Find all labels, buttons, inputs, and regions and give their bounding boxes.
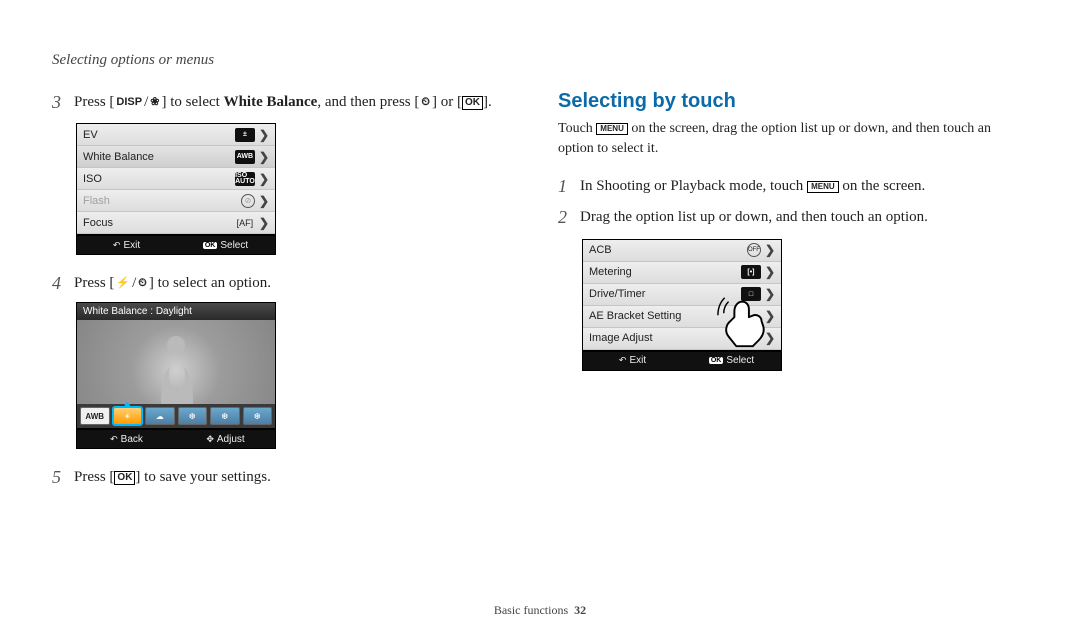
menu-row-flash: Flash ⊘ ❯ bbox=[77, 190, 275, 212]
ok-tag-icon: OK bbox=[709, 357, 724, 364]
awb-icon: AWB bbox=[235, 150, 255, 164]
wb-title: White Balance : Daylight bbox=[77, 303, 275, 320]
chevron-right-icon: ❯ bbox=[765, 265, 775, 279]
menu-row-metering: Metering [•] ❯ bbox=[583, 262, 781, 284]
step-3: 3 Press [DISP/❀] to select White Balance… bbox=[52, 90, 522, 115]
wb-footer: ↶Back ✥Adjust bbox=[77, 428, 275, 448]
menu-row-ae-bracket: AE Bracket Setting ❯ bbox=[583, 306, 781, 328]
page-footer: Basic functions 32 bbox=[0, 603, 1080, 618]
focus-icon: [AF] bbox=[235, 216, 255, 230]
chevron-right-icon: ❯ bbox=[259, 150, 269, 164]
chevron-right-icon: ❯ bbox=[765, 309, 775, 323]
ok-tag-icon: OK bbox=[203, 242, 218, 249]
chevron-right-icon: ❯ bbox=[259, 172, 269, 186]
chevron-right-icon: ❯ bbox=[259, 216, 269, 230]
left-column: 3 Press [DISP/❀] to select White Balance… bbox=[52, 40, 522, 497]
ae-bracket-icon bbox=[741, 309, 761, 323]
touch-menu-screenshot: ACB OFF ❯ Metering [•] ❯ Drive/Timer □ ❯… bbox=[582, 239, 782, 371]
menu-row-acb: ACB OFF ❯ bbox=[583, 240, 781, 262]
menu-row-image-adjust: Image Adjust ❯ bbox=[583, 328, 781, 350]
step-3-text: Press [DISP/❀] to select White Balance, … bbox=[74, 90, 492, 115]
step-num-2: 2 bbox=[558, 205, 572, 230]
right-column: Selecting by touch Touch MENU on the scr… bbox=[558, 40, 1028, 497]
step-num-5: 5 bbox=[52, 465, 66, 490]
adjust-icon: ✥ bbox=[206, 434, 214, 445]
menu-row-white-balance: White Balance AWB ❯ bbox=[77, 146, 275, 168]
step-5: 5 Press [OK] to save your settings. bbox=[52, 465, 522, 490]
step-2: 2 Drag the option list up or down, and t… bbox=[558, 205, 1028, 230]
menu-row-drive-timer: Drive/Timer □ ❯ bbox=[583, 284, 781, 306]
wb-sample-image bbox=[77, 320, 275, 404]
chevron-right-icon: ❯ bbox=[765, 331, 775, 345]
wb-chip-strip: AWB ☀ ☁ ❆ ❆ ❆ bbox=[77, 404, 275, 428]
menu-footer: ↶Exit OKSelect bbox=[583, 350, 781, 370]
image-adjust-icon bbox=[741, 331, 761, 345]
person-silhouette-icon bbox=[146, 330, 206, 404]
menu-row-iso: ISO ISO AUTO ❯ bbox=[77, 168, 275, 190]
wb-chip: ❆ bbox=[210, 407, 240, 425]
drive-icon: □ bbox=[741, 287, 761, 301]
macro-flower-icon: ❀ bbox=[148, 96, 161, 109]
menu-button-icon: MENU bbox=[807, 181, 839, 193]
menu-footer: ↶Exit OKSelect bbox=[77, 234, 275, 254]
ok-button-icon: OK bbox=[114, 471, 135, 485]
step-1: 1 In Shooting or Playback mode, touch ME… bbox=[558, 174, 1028, 199]
chevron-right-icon: ❯ bbox=[765, 287, 775, 301]
wb-chip-daylight: ☀ bbox=[113, 407, 143, 425]
menu-button-icon: MENU bbox=[596, 123, 628, 135]
acb-off-icon: OFF bbox=[747, 243, 761, 257]
timer-icon: ⏲ bbox=[419, 96, 432, 109]
chevron-right-icon: ❯ bbox=[259, 128, 269, 142]
ev-icon: ± bbox=[235, 128, 255, 142]
timer-icon: ⏲ bbox=[136, 277, 149, 290]
camera-menu-screenshot: EV ± ❯ White Balance AWB ❯ ISO ISO AUTO … bbox=[76, 123, 276, 255]
step-num-4: 4 bbox=[52, 271, 66, 296]
chevron-right-icon: ❯ bbox=[765, 243, 775, 257]
back-arrow-icon: ↶ bbox=[110, 434, 118, 445]
step-4: 4 Press [⚡/⏲] to select an option. bbox=[52, 271, 522, 296]
ok-button-icon: OK bbox=[462, 96, 483, 110]
section-heading: Selecting by touch bbox=[558, 90, 1028, 113]
white-balance-preview: White Balance : Daylight AWB ☀ ☁ ❆ ❆ ❆ ↶… bbox=[76, 302, 276, 449]
page-header: Selecting options or menus bbox=[52, 52, 214, 69]
back-arrow-icon: ↶ bbox=[113, 240, 121, 251]
wb-chip-awb: AWB bbox=[80, 407, 110, 425]
step-num-3: 3 bbox=[52, 90, 66, 115]
step-num-1: 1 bbox=[558, 174, 572, 199]
back-arrow-icon: ↶ bbox=[619, 355, 627, 366]
menu-row-focus: Focus [AF] ❯ bbox=[77, 212, 275, 234]
wb-chip: ❆ bbox=[243, 407, 273, 425]
menu-row-ev: EV ± ❯ bbox=[77, 124, 275, 146]
flash-bolt-icon: ⚡ bbox=[114, 277, 132, 290]
wb-chip: ☁ bbox=[145, 407, 175, 425]
iso-icon: ISO AUTO bbox=[235, 172, 255, 186]
flash-off-icon: ⊘ bbox=[241, 194, 255, 208]
section-body: Touch MENU on the screen, drag the optio… bbox=[558, 119, 1028, 158]
chevron-right-icon: ❯ bbox=[259, 194, 269, 208]
disp-button-icon: DISP bbox=[114, 96, 144, 109]
wb-chip: ❆ bbox=[178, 407, 208, 425]
metering-icon: [•] bbox=[741, 265, 761, 279]
